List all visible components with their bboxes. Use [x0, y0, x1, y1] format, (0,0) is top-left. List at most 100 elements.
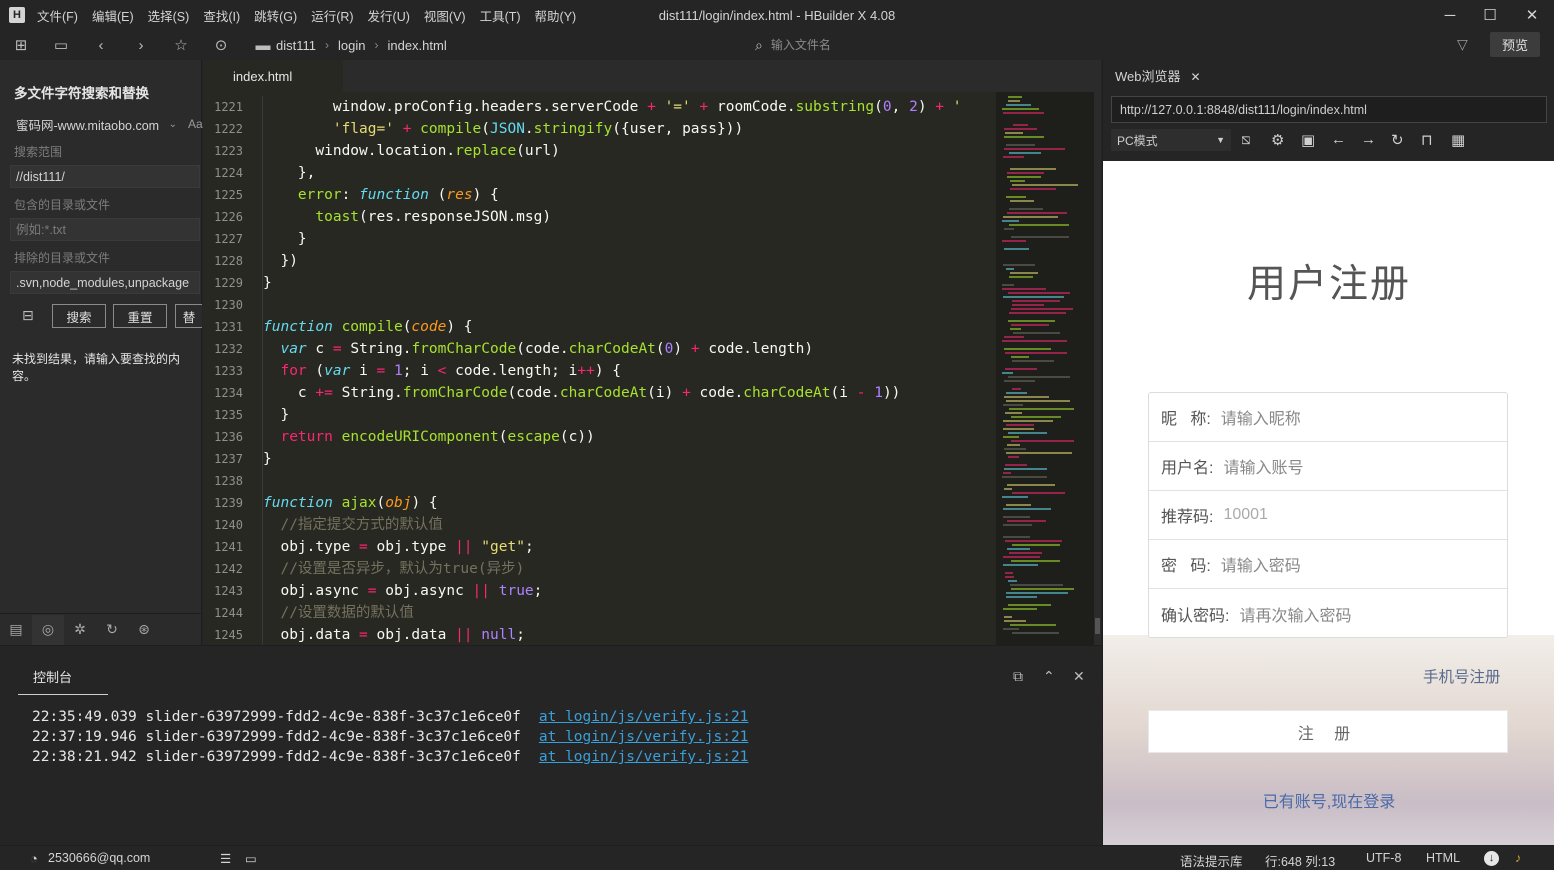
encoding[interactable]: UTF-8 — [1366, 851, 1401, 865]
source-link[interactable]: at login/js/verify.js:21 — [539, 709, 749, 725]
minimap-line — [1012, 304, 1044, 306]
include-input[interactable] — [10, 218, 200, 241]
plugin-icon[interactable]: ⊛ — [128, 615, 160, 645]
breadcrumb-folder[interactable]: login — [338, 38, 365, 53]
star-icon[interactable]: ☆ — [168, 32, 194, 58]
minimap-line — [1008, 604, 1051, 606]
code-line: 1223 window.location.replace(url) — [203, 140, 995, 162]
menu-goto[interactable]: 跳转(G) — [254, 6, 297, 25]
minimap-line — [1009, 312, 1066, 314]
lock-icon[interactable]: ⊓ — [1421, 131, 1433, 149]
password-field[interactable]: 密 码: 请输入密码 — [1149, 540, 1507, 589]
device-mode-select[interactable]: PC模式 ▼ — [1111, 129, 1231, 151]
source-link[interactable]: at login/js/verify.js:21 — [539, 729, 749, 745]
menu-find[interactable]: 查找(I) — [203, 6, 240, 25]
language-mode[interactable]: HTML — [1426, 851, 1460, 865]
minimap[interactable] — [996, 92, 1094, 645]
tab-console[interactable]: 控制台 — [18, 667, 108, 695]
editor-scrollbar[interactable] — [1094, 92, 1101, 645]
minimap-line — [1003, 156, 1024, 158]
phone-register-link[interactable]: 手机号注册 — [1423, 665, 1501, 687]
search-text-input[interactable]: 蜜码网-www.mitaobo.com ⌄ — [10, 113, 182, 136]
clear-console-icon[interactable]: ✕ — [1073, 668, 1085, 685]
username-field[interactable]: 用户名: 请输入账号 — [1149, 442, 1507, 491]
minimap-line — [1010, 584, 1063, 586]
login-link[interactable]: 已有账号,现在登录 — [1103, 788, 1554, 812]
code-line: 1229} — [203, 272, 995, 294]
run-icon[interactable]: ⊙ — [208, 32, 234, 58]
user-icon[interactable]: ◔ — [30, 851, 38, 866]
git-icon[interactable]: ↻ — [96, 615, 128, 645]
reset-button[interactable]: 重置 — [113, 304, 167, 328]
options-icon[interactable]: ⊟ — [22, 307, 34, 324]
binoculars-icon[interactable]: ◎ — [32, 614, 64, 645]
source-link[interactable]: at login/js/verify.js:21 — [539, 749, 749, 765]
terminal-icon[interactable]: ▭ — [245, 851, 257, 866]
settings-icon[interactable]: ⚙ — [1271, 131, 1284, 149]
breadcrumb-project[interactable]: dist111 — [276, 38, 316, 53]
debug-icon[interactable]: ✲ — [64, 615, 96, 645]
minimap-line — [1012, 388, 1021, 390]
maximize-icon[interactable]: ☐ — [1470, 0, 1510, 30]
new-file-icon[interactable]: ⊞ — [8, 32, 34, 58]
screenshot-icon[interactable]: ⧅ — [1241, 131, 1251, 148]
list-icon[interactable]: ☰ — [220, 851, 231, 866]
back-arrow-icon[interactable]: ← — [1331, 131, 1346, 148]
referral-code-field[interactable]: 推荐码: 10001 — [1149, 491, 1507, 540]
cursor-position[interactable]: 行:648 列:13 — [1265, 851, 1335, 870]
filter-icon[interactable]: ▽ — [1457, 36, 1468, 53]
scope-label: 搜索范围 — [14, 145, 63, 159]
field-label: 确认密码: — [1161, 607, 1230, 625]
minimap-line — [1005, 352, 1067, 354]
explorer-icon[interactable]: ▤ — [0, 615, 32, 645]
menu-tools[interactable]: 工具(T) — [480, 6, 521, 25]
minimap-line — [1006, 144, 1035, 146]
line-number: 1241 — [214, 540, 243, 554]
file-search-input[interactable] — [770, 38, 931, 52]
open-external-icon[interactable]: ⧉ — [1013, 668, 1023, 685]
menu-edit[interactable]: 编辑(E) — [92, 6, 134, 25]
close-icon[interactable]: ✕ — [1512, 0, 1552, 30]
syntax-library[interactable]: 语法提示库 — [1180, 851, 1243, 870]
bell-icon[interactable]: ♪ — [1515, 851, 1521, 865]
tab-web-browser[interactable]: Web浏览器 ✕ — [1115, 66, 1201, 85]
devtools-icon[interactable]: ▣ — [1301, 131, 1315, 149]
user-account[interactable]: 2530666@qq.com — [48, 851, 150, 865]
tab-index-html[interactable]: index.html — [203, 60, 343, 92]
scope-input[interactable]: //dist111/ — [10, 165, 200, 188]
save-icon[interactable]: ▭ — [48, 32, 74, 58]
replace-button[interactable]: 替 — [175, 304, 202, 328]
menu-run[interactable]: 运行(R) — [311, 6, 353, 25]
menu-view[interactable]: 视图(V) — [424, 6, 466, 25]
menu-file[interactable]: 文件(F) — [37, 6, 78, 25]
url-input[interactable]: http://127.0.0.1:8848/dist111/login/inde… — [1111, 96, 1547, 123]
nickname-field[interactable]: 昵 称: 请输入昵称 — [1149, 393, 1507, 442]
menu-publish[interactable]: 发行(U) — [368, 6, 410, 25]
download-icon[interactable]: ↓ — [1484, 851, 1499, 866]
minimap-line — [1003, 264, 1035, 266]
back-icon[interactable]: ‹ — [88, 32, 114, 58]
search-button[interactable]: 搜索 — [52, 304, 106, 328]
forward-arrow-icon[interactable]: → — [1361, 131, 1376, 148]
chevron-up-icon[interactable]: ⌃ — [1043, 668, 1055, 685]
preview-button[interactable]: 预览 — [1490, 32, 1540, 57]
qrcode-icon[interactable]: ▦ — [1451, 131, 1465, 149]
exclude-input[interactable]: .svn,node_modules,unpackage — [10, 271, 200, 294]
forward-icon[interactable]: › — [128, 32, 154, 58]
minimize-icon[interactable]: ─ — [1430, 0, 1470, 30]
minimap-line — [1002, 220, 1019, 222]
close-tab-icon[interactable]: ✕ — [1191, 70, 1201, 84]
minimap-line — [1004, 336, 1024, 338]
match-case-toggle[interactable]: Aa — [188, 117, 203, 131]
search-file-icon: ⌕ — [755, 36, 763, 53]
register-button[interactable]: 注 册 — [1148, 710, 1508, 753]
menu-select[interactable]: 选择(S) — [148, 6, 190, 25]
confirm-password-field[interactable]: 确认密码: 请再次输入密码 — [1149, 589, 1507, 638]
minimap-line — [1008, 100, 1020, 102]
refresh-icon[interactable]: ↻ — [1391, 131, 1404, 149]
chevron-down-icon[interactable]: ⌄ — [169, 119, 177, 130]
menu-help[interactable]: 帮助(Y) — [535, 6, 577, 25]
line-number: 1238 — [214, 474, 243, 488]
code-area[interactable]: 1221 window.proConfig.headers.serverCode… — [203, 96, 995, 645]
breadcrumb-file[interactable]: index.html — [387, 38, 446, 53]
